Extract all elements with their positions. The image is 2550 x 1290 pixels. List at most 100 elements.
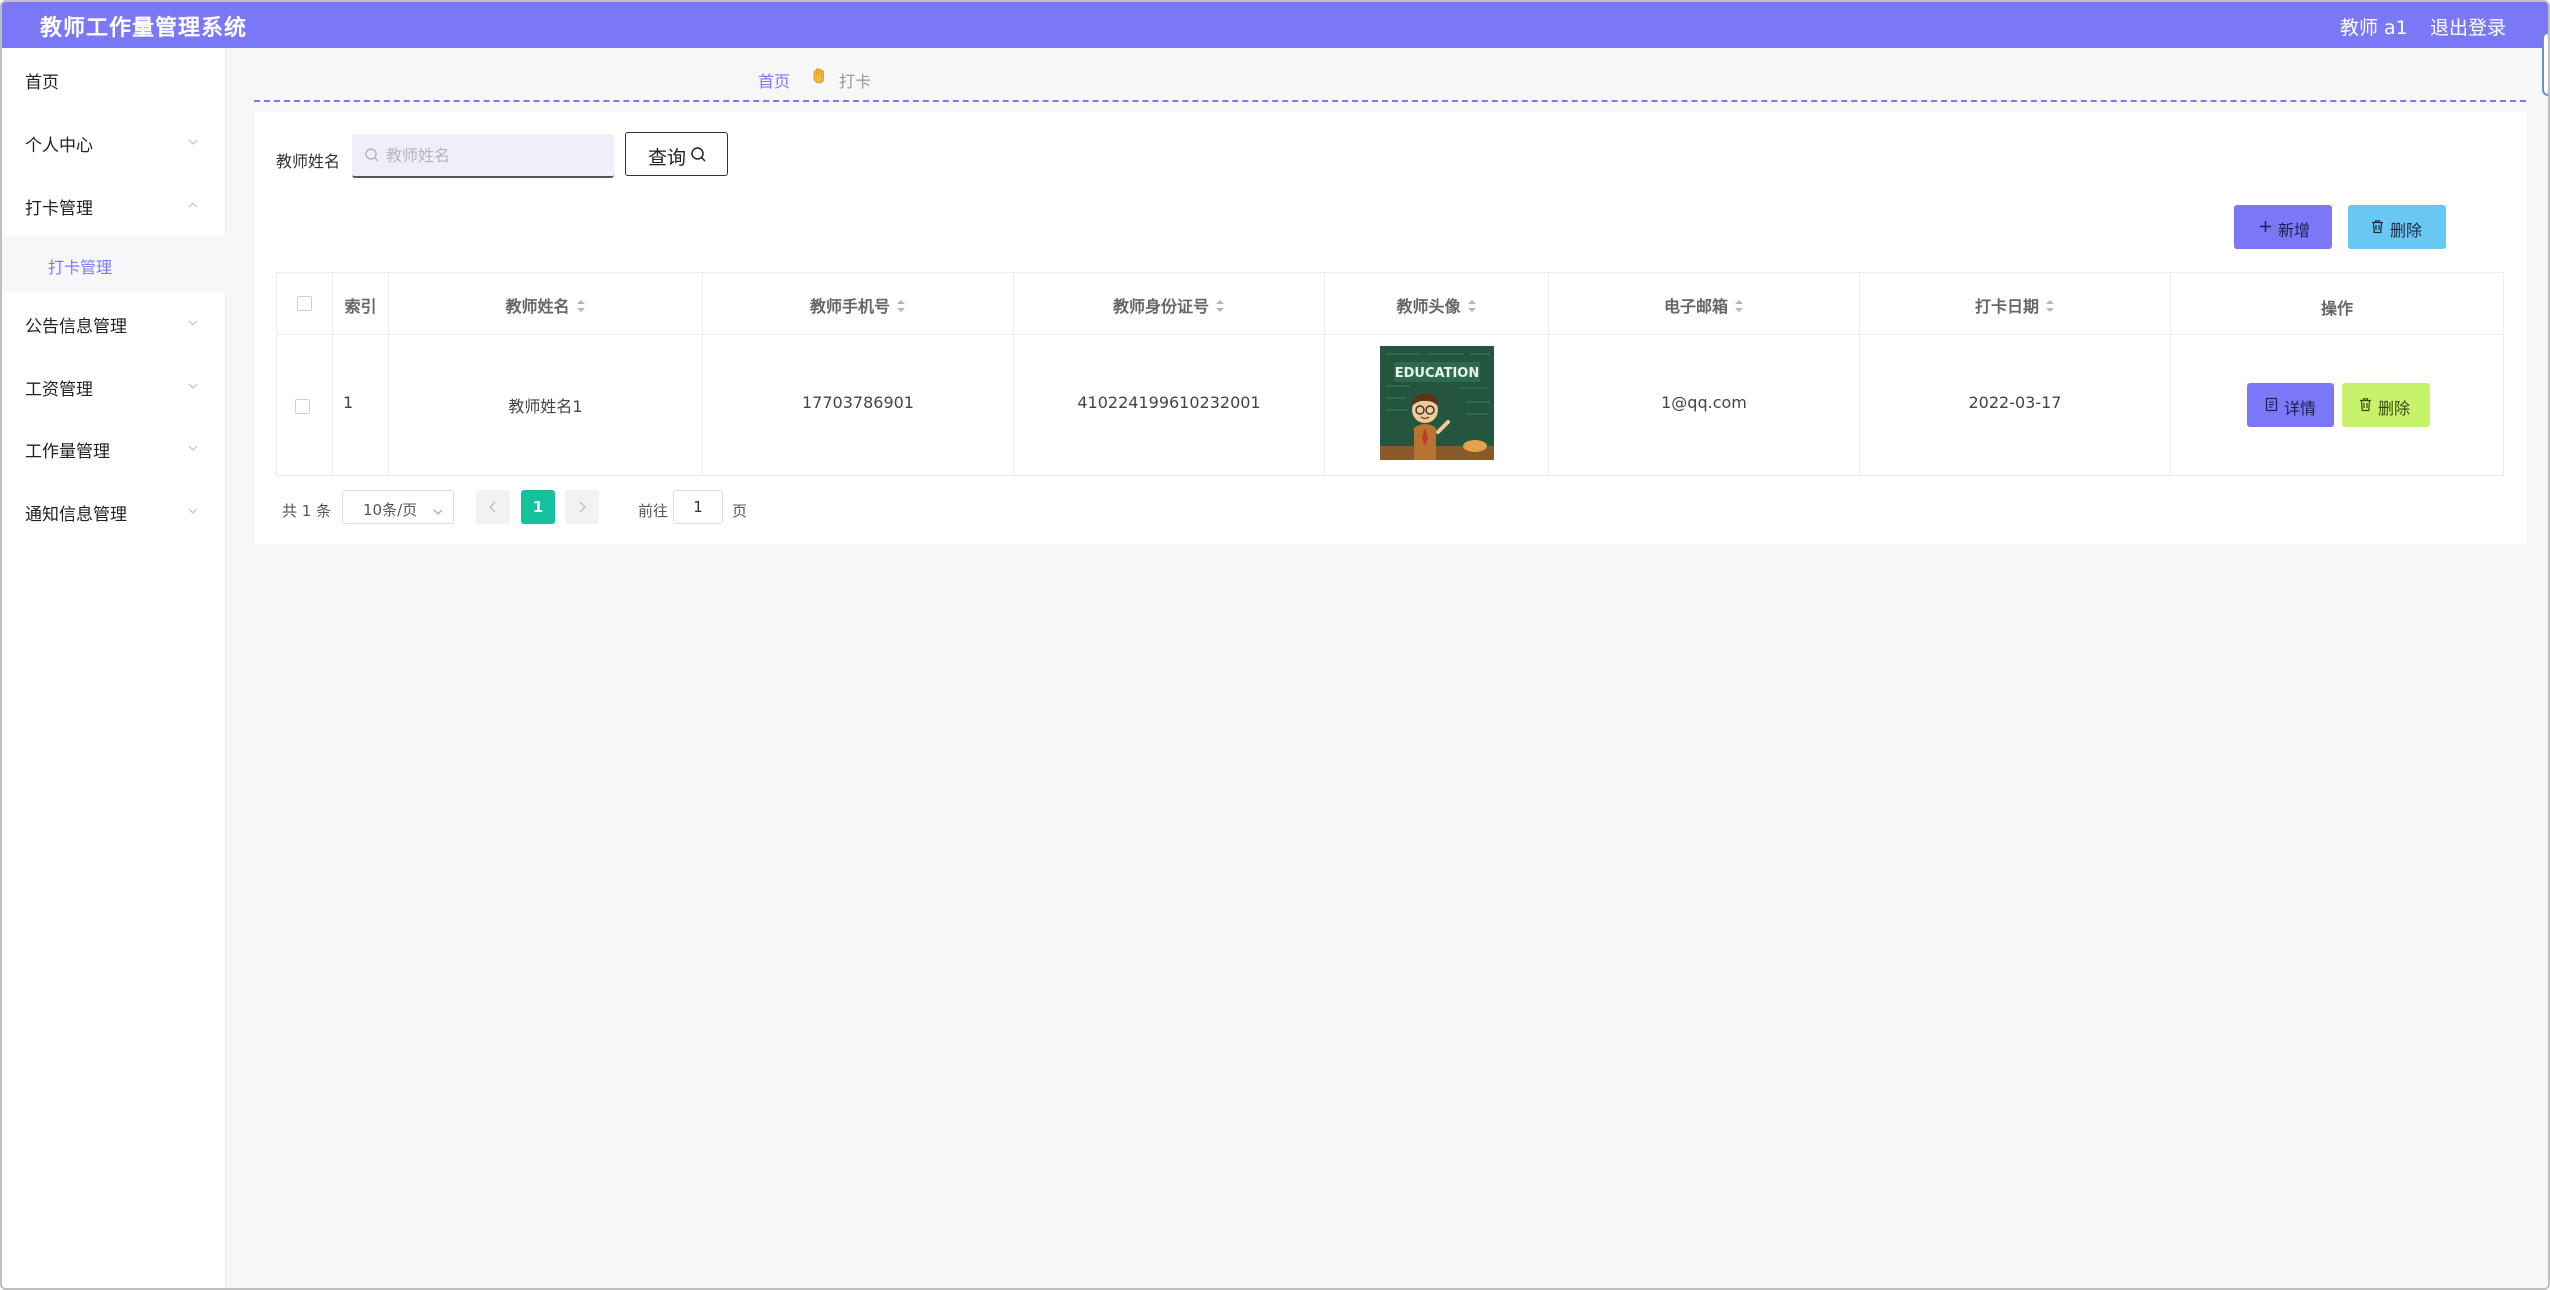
sidebar-subitem-label: 打卡管理 (48, 258, 113, 277)
sidebar-item-label: 公告信息管理 (25, 317, 127, 337)
cell-index: 1 (333, 335, 389, 475)
col-header-label: 操作 (2320, 299, 2353, 318)
sidebar-item-label: 首页 (25, 73, 59, 93)
breadcrumb-home[interactable]: 首页 (758, 72, 790, 91)
app-window: 教师工作量管理系统 教师 a1 退出登录 首页 个人中心 打卡管理 打卡管理 公… (0, 0, 2550, 1290)
sort-icon[interactable] (576, 299, 586, 313)
side-handle[interactable] (2542, 32, 2548, 96)
col-teacher-name[interactable]: 教师姓名 (389, 273, 703, 335)
header-select-all (277, 273, 333, 335)
page-size-select[interactable]: 10条/页 (342, 490, 454, 524)
sidebar-item-workload[interactable]: 工作量管理 (2, 417, 226, 479)
breadcrumb: 首页 打卡 (758, 68, 871, 92)
avatar-text: EDUCATION (1395, 366, 1479, 381)
divider (254, 100, 2526, 102)
col-checkin-date[interactable]: 打卡日期 (1860, 273, 2171, 335)
sort-icon[interactable] (896, 299, 906, 313)
sidebar-item-label: 通知信息管理 (25, 505, 127, 525)
sidebar-item-label: 个人中心 (25, 136, 93, 156)
sidebar-item-checkin-management[interactable]: 打卡管理 (2, 174, 226, 236)
content-card: 教师姓名 查询 新增 (254, 112, 2526, 544)
add-button-label: 新增 (2278, 221, 2311, 240)
cell-checkin-date: 2022-03-17 (1860, 335, 2171, 475)
cell-email: 1@qq.com (1549, 335, 1860, 475)
plus-icon (2258, 219, 2273, 234)
sort-icon[interactable] (1734, 299, 1744, 313)
cell-phone: 17703786901 (703, 335, 1014, 475)
col-actions: 操作 (2171, 273, 2503, 335)
col-header-label: 教师姓名 (505, 297, 570, 316)
logout-link[interactable]: 退出登录 (2430, 13, 2506, 40)
search-input[interactable] (386, 140, 606, 170)
col-header-label: 索引 (344, 297, 377, 316)
query-button[interactable]: 查询 (625, 132, 728, 176)
page-number-current[interactable]: 1 (521, 490, 555, 524)
col-header-label: 打卡日期 (1974, 297, 2039, 316)
row-checkin-date: 2022-03-17 (1968, 393, 2062, 412)
search-icon (364, 147, 380, 163)
pagination-total: 共 1 条 (282, 502, 332, 520)
select-all-checkbox[interactable] (297, 296, 312, 311)
col-phone[interactable]: 教师手机号 (703, 273, 1014, 335)
trash-icon (2358, 397, 2373, 412)
col-avatar[interactable]: 教师头像 (1325, 273, 1549, 335)
next-page-button[interactable] (565, 490, 599, 524)
row-email: 1@qq.com (1661, 393, 1747, 412)
row-delete-button[interactable]: 删除 (2342, 383, 2430, 427)
chevron-down-icon (188, 318, 198, 328)
trash-icon (2370, 219, 2385, 234)
checkin-table: 索引 教师姓名 教师手机号 教师身份证号 教师头像 电子邮箱 打卡日期 操作 1… (276, 272, 2504, 476)
goto-suffix: 页 (732, 502, 748, 520)
query-button-label: 查询 (648, 147, 687, 169)
col-email[interactable]: 电子邮箱 (1549, 273, 1860, 335)
row-checkbox[interactable] (295, 399, 310, 414)
page-size-value: 10条/页 (363, 501, 418, 519)
col-index: 索引 (333, 273, 389, 335)
sort-icon[interactable] (2045, 299, 2055, 313)
chevron-right-icon (579, 501, 586, 513)
breadcrumb-current: 打卡 (839, 72, 872, 91)
sidebar-item-notification[interactable]: 通知信息管理 (2, 480, 226, 542)
cell-teacher-name: 教师姓名1 (389, 335, 703, 475)
detail-button[interactable]: 详情 (2247, 383, 2334, 427)
row-id-number: 410224199610232001 (1077, 393, 1261, 412)
row-phone: 17703786901 (802, 393, 914, 412)
main-content: 首页 打卡 教师姓名 查询 (226, 48, 2548, 1288)
document-icon (2264, 397, 2279, 412)
chevron-left-icon (489, 501, 496, 513)
row-teacher-name: 教师姓名1 (508, 397, 583, 416)
chevron-down-icon (188, 443, 198, 453)
app-title: 教师工作量管理系统 (40, 16, 248, 41)
goto-page-input[interactable] (673, 490, 723, 524)
sidebar-item-salary[interactable]: 工资管理 (2, 355, 226, 417)
batch-delete-label: 删除 (2390, 221, 2423, 240)
cell-id-number: 410224199610232001 (1014, 335, 1325, 475)
col-header-label: 电子邮箱 (1663, 297, 1728, 316)
batch-delete-button[interactable]: 删除 (2348, 205, 2446, 249)
teacher-avatar[interactable]: EDUCATION (1380, 346, 1494, 460)
chevron-up-icon (188, 200, 198, 210)
sidebar-item-label: 工作量管理 (25, 442, 110, 462)
sidebar-item-label: 打卡管理 (25, 199, 93, 219)
sidebar-subitem-checkin[interactable]: 打卡管理 (2, 236, 226, 292)
table-row (277, 335, 333, 475)
sidebar-item-announcement[interactable]: 公告信息管理 (2, 292, 226, 354)
col-header-label: 教师手机号 (809, 297, 890, 316)
chevron-down-icon (188, 506, 198, 516)
col-header-label: 教师头像 (1396, 297, 1461, 316)
sidebar-item-label: 工资管理 (25, 380, 93, 400)
search-field[interactable] (352, 134, 614, 178)
sidebar-item-home[interactable]: 首页 (2, 48, 226, 110)
col-id-number[interactable]: 教师身份证号 (1014, 273, 1325, 335)
sort-icon[interactable] (1467, 299, 1477, 313)
add-button[interactable]: 新增 (2234, 205, 2332, 249)
prev-page-button[interactable] (476, 490, 510, 524)
hand-icon (810, 67, 828, 85)
chevron-down-icon (188, 381, 198, 391)
current-user: 教师 a1 (2340, 17, 2408, 39)
sidebar-item-personal-center[interactable]: 个人中心 (2, 111, 226, 173)
sidebar: 首页 个人中心 打卡管理 打卡管理 公告信息管理 工资管理 工作量管理 通知信息… (2, 48, 226, 1288)
sort-icon[interactable] (1215, 299, 1225, 313)
col-header-label: 教师身份证号 (1112, 297, 1209, 316)
detail-button-label: 详情 (2284, 399, 2317, 418)
